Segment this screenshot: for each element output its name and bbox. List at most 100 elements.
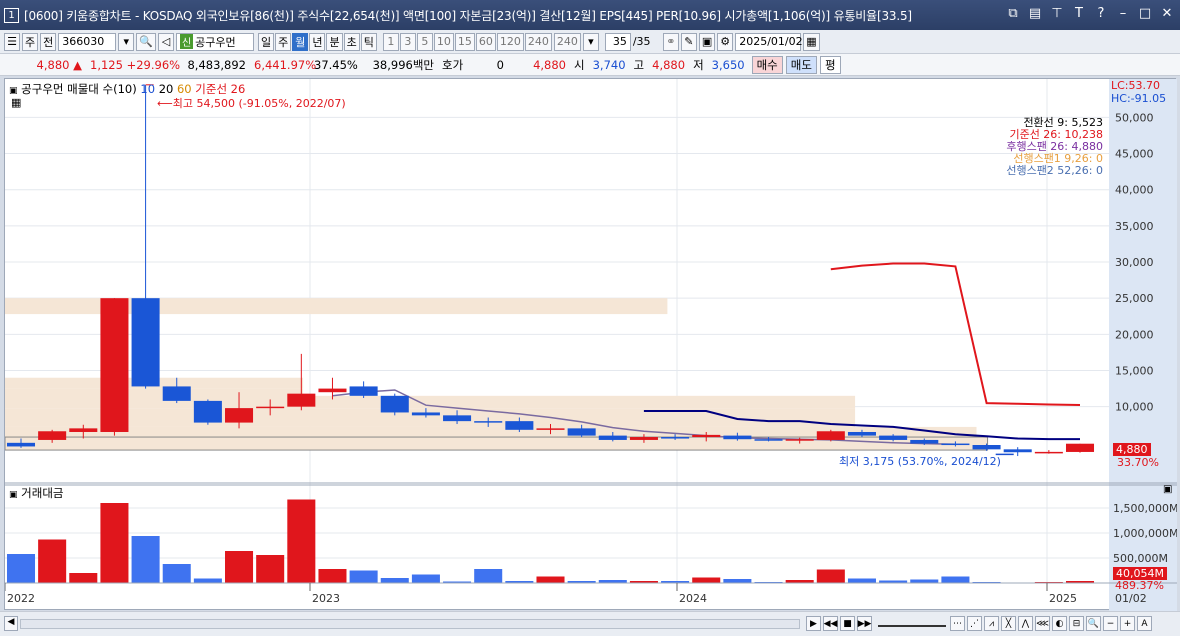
candle-body <box>723 435 752 440</box>
tool6-icon[interactable]: ⋘ <box>1035 616 1050 631</box>
zoom-in-icon[interactable]: + <box>1120 616 1135 631</box>
interval-button-5[interactable]: 60 <box>475 32 496 51</box>
restore-icon[interactable]: ⧉ <box>1006 6 1020 21</box>
count-input[interactable]: 35 <box>604 32 631 51</box>
draw-tool-icon[interactable]: ✎ <box>680 32 697 51</box>
play-right-icon[interactable]: ▶ <box>806 616 821 631</box>
interval-select-arrow[interactable]: ▾ <box>582 32 599 51</box>
candle-body <box>318 388 347 393</box>
volume-bar <box>474 569 503 583</box>
time-axis-label: 2024 <box>679 592 707 605</box>
tool1-icon[interactable]: ⋯ <box>950 616 965 631</box>
interval-button-7[interactable]: 240 <box>524 32 552 51</box>
stock-name-field[interactable]: 신 공구우먼 <box>175 32 254 51</box>
rewind-icon[interactable]: ◀◀ <box>823 616 838 631</box>
volume-bar <box>318 569 347 583</box>
interval-button-1[interactable]: 3 <box>399 32 416 51</box>
tool2-icon[interactable]: ⋰ <box>967 616 982 631</box>
menu-icon[interactable]: ☰ <box>4 32 20 51</box>
volume-bar <box>287 499 316 583</box>
tool5-icon[interactable]: ⋀ <box>1018 616 1033 631</box>
prev-button[interactable]: 전 <box>40 32 57 51</box>
zoom-out-icon[interactable]: − <box>1103 616 1118 631</box>
minimize-icon[interactable]: – <box>1116 6 1130 21</box>
price-chart[interactable]: 50,000 45,000 40,000 35,000 30,000 25,000 20,0… <box>5 79 1177 611</box>
tool8-icon[interactable]: ⊟ <box>1069 616 1084 631</box>
count-total: /35 <box>632 35 651 48</box>
ma-60-label: 60 <box>176 82 192 96</box>
candle-body <box>816 431 845 440</box>
interval-button-3[interactable]: 10 <box>433 32 454 51</box>
sell-order-button[interactable]: 매도 <box>785 55 817 74</box>
chart-area[interactable]: 50,000 45,000 40,000 35,000 30,000 25,000 20,0… <box>4 78 1177 611</box>
interval-button-4[interactable]: 15 <box>454 32 475 51</box>
lower-legend-title: 거래대금 <box>21 486 64 500</box>
chevron-down-icon[interactable]: ▾ <box>118 32 135 51</box>
period-tab-5[interactable]: 초 <box>343 32 360 51</box>
scroll-left-icon[interactable]: ◀ <box>4 616 18 631</box>
upper-legend-title: 공구우먼 매물대 수(10) <box>21 82 137 96</box>
volume-bar <box>536 576 565 583</box>
interval-button-0[interactable]: 1 <box>382 32 399 51</box>
interval-button-6[interactable]: 120 <box>496 32 524 51</box>
zoom-icon[interactable]: 🔍 <box>1086 616 1101 631</box>
price-tick-label: 35,000 <box>1115 220 1154 233</box>
period-tab-1[interactable]: 주 <box>275 32 292 51</box>
volume-tick-label: 1,000,000M <box>1113 527 1177 540</box>
help-icon[interactable]: ? <box>1094 6 1108 21</box>
tool3-icon[interactable]: ⩘ <box>984 616 999 631</box>
auto-scale-icon[interactable]: A <box>1137 616 1152 631</box>
tile-icon[interactable]: ▤ <box>1028 6 1042 21</box>
candle-body <box>879 435 908 440</box>
candle-body <box>380 395 409 413</box>
fast-forward-icon[interactable]: ▶▶ <box>857 616 872 631</box>
period-tab-6[interactable]: 틱 <box>360 32 377 51</box>
current-price-box: 4,880 <box>1113 443 1151 456</box>
collapse-icon[interactable]: ▣ <box>9 86 18 96</box>
close-icon[interactable]: ✕ <box>1160 6 1174 21</box>
period-tab-2[interactable]: 월 <box>292 32 309 51</box>
current-price: 4,880 ▲ <box>36 57 82 72</box>
stop-icon[interactable]: ■ <box>840 616 855 631</box>
volume-bar <box>100 503 129 583</box>
window-titlebar: 1 [0600] 키움종합차트 - KOSDAQ 외국인보유[86(천)] 주식… <box>0 0 1180 30</box>
candle-body <box>1034 451 1063 454</box>
window-number[interactable]: 1 <box>4 7 19 23</box>
interval-button-2[interactable]: 5 <box>416 32 433 51</box>
candle-body <box>941 443 970 446</box>
search-icon[interactable]: 🔍 <box>136 32 156 51</box>
period-unit-select[interactable]: 주 <box>22 32 39 51</box>
horizontal-scrollbar[interactable] <box>20 619 800 629</box>
collapse-icon[interactable]: ▣ <box>9 490 18 500</box>
interval-select[interactable]: 240 <box>553 32 581 51</box>
tool4-icon[interactable]: ╳ <box>1001 616 1016 631</box>
price-change: 1,125 +29.96% <box>90 57 181 72</box>
maximize-icon[interactable]: □ <box>1138 6 1152 21</box>
period-tab-3[interactable]: 년 <box>309 32 326 51</box>
candle-body <box>629 437 658 440</box>
candle-body <box>785 439 814 441</box>
buy-order-button[interactable]: 매수 <box>751 55 783 74</box>
save-icon[interactable]: ▣ <box>698 32 716 51</box>
speaker-icon[interactable]: ◁ <box>157 32 174 51</box>
balance-button[interactable]: 평 <box>819 55 841 74</box>
gear-icon[interactable]: ⚙ <box>717 32 734 51</box>
period-tab-4[interactable]: 분 <box>326 32 343 51</box>
period-tab-0[interactable]: 일 <box>257 32 275 51</box>
tool7-icon[interactable]: ◐ <box>1052 616 1067 631</box>
candle-body <box>692 434 721 438</box>
panel-close-icon[interactable]: ▣ <box>1163 484 1172 495</box>
link-icon[interactable]: ⚭ <box>662 32 679 51</box>
left-arrow-icon: ⟵ <box>157 97 173 110</box>
zoom-slider[interactable] <box>878 619 946 627</box>
pin-icon[interactable]: ⊤ <box>1050 6 1064 21</box>
font-icon[interactable]: T <box>1072 6 1086 21</box>
ichimoku-values: 전환선 9: 5,523 기준선 26: 10,238 후행스팬 26: 4,880… <box>1006 117 1103 177</box>
status-bar: ◀ ▶ ◀◀ ■ ▶▶ ⋯ ⋰ ⩘ ╳ ⋀ ⋘ ◐ ⊟ 🔍 − + A <box>0 611 1180 636</box>
chart-toolbar: ☰ 주 전 366030 ▾ 🔍 ◁ 신 공구우먼 일주월년분초틱 1 3 5 10 1… <box>0 30 1180 54</box>
stock-code-input[interactable]: 366030 <box>58 32 117 51</box>
calendar-icon[interactable]: ▦ <box>803 32 820 51</box>
date-input[interactable]: 2025/01/02 <box>735 32 803 51</box>
table-icon[interactable]: ▦ <box>11 96 21 109</box>
candle-body <box>754 439 783 441</box>
